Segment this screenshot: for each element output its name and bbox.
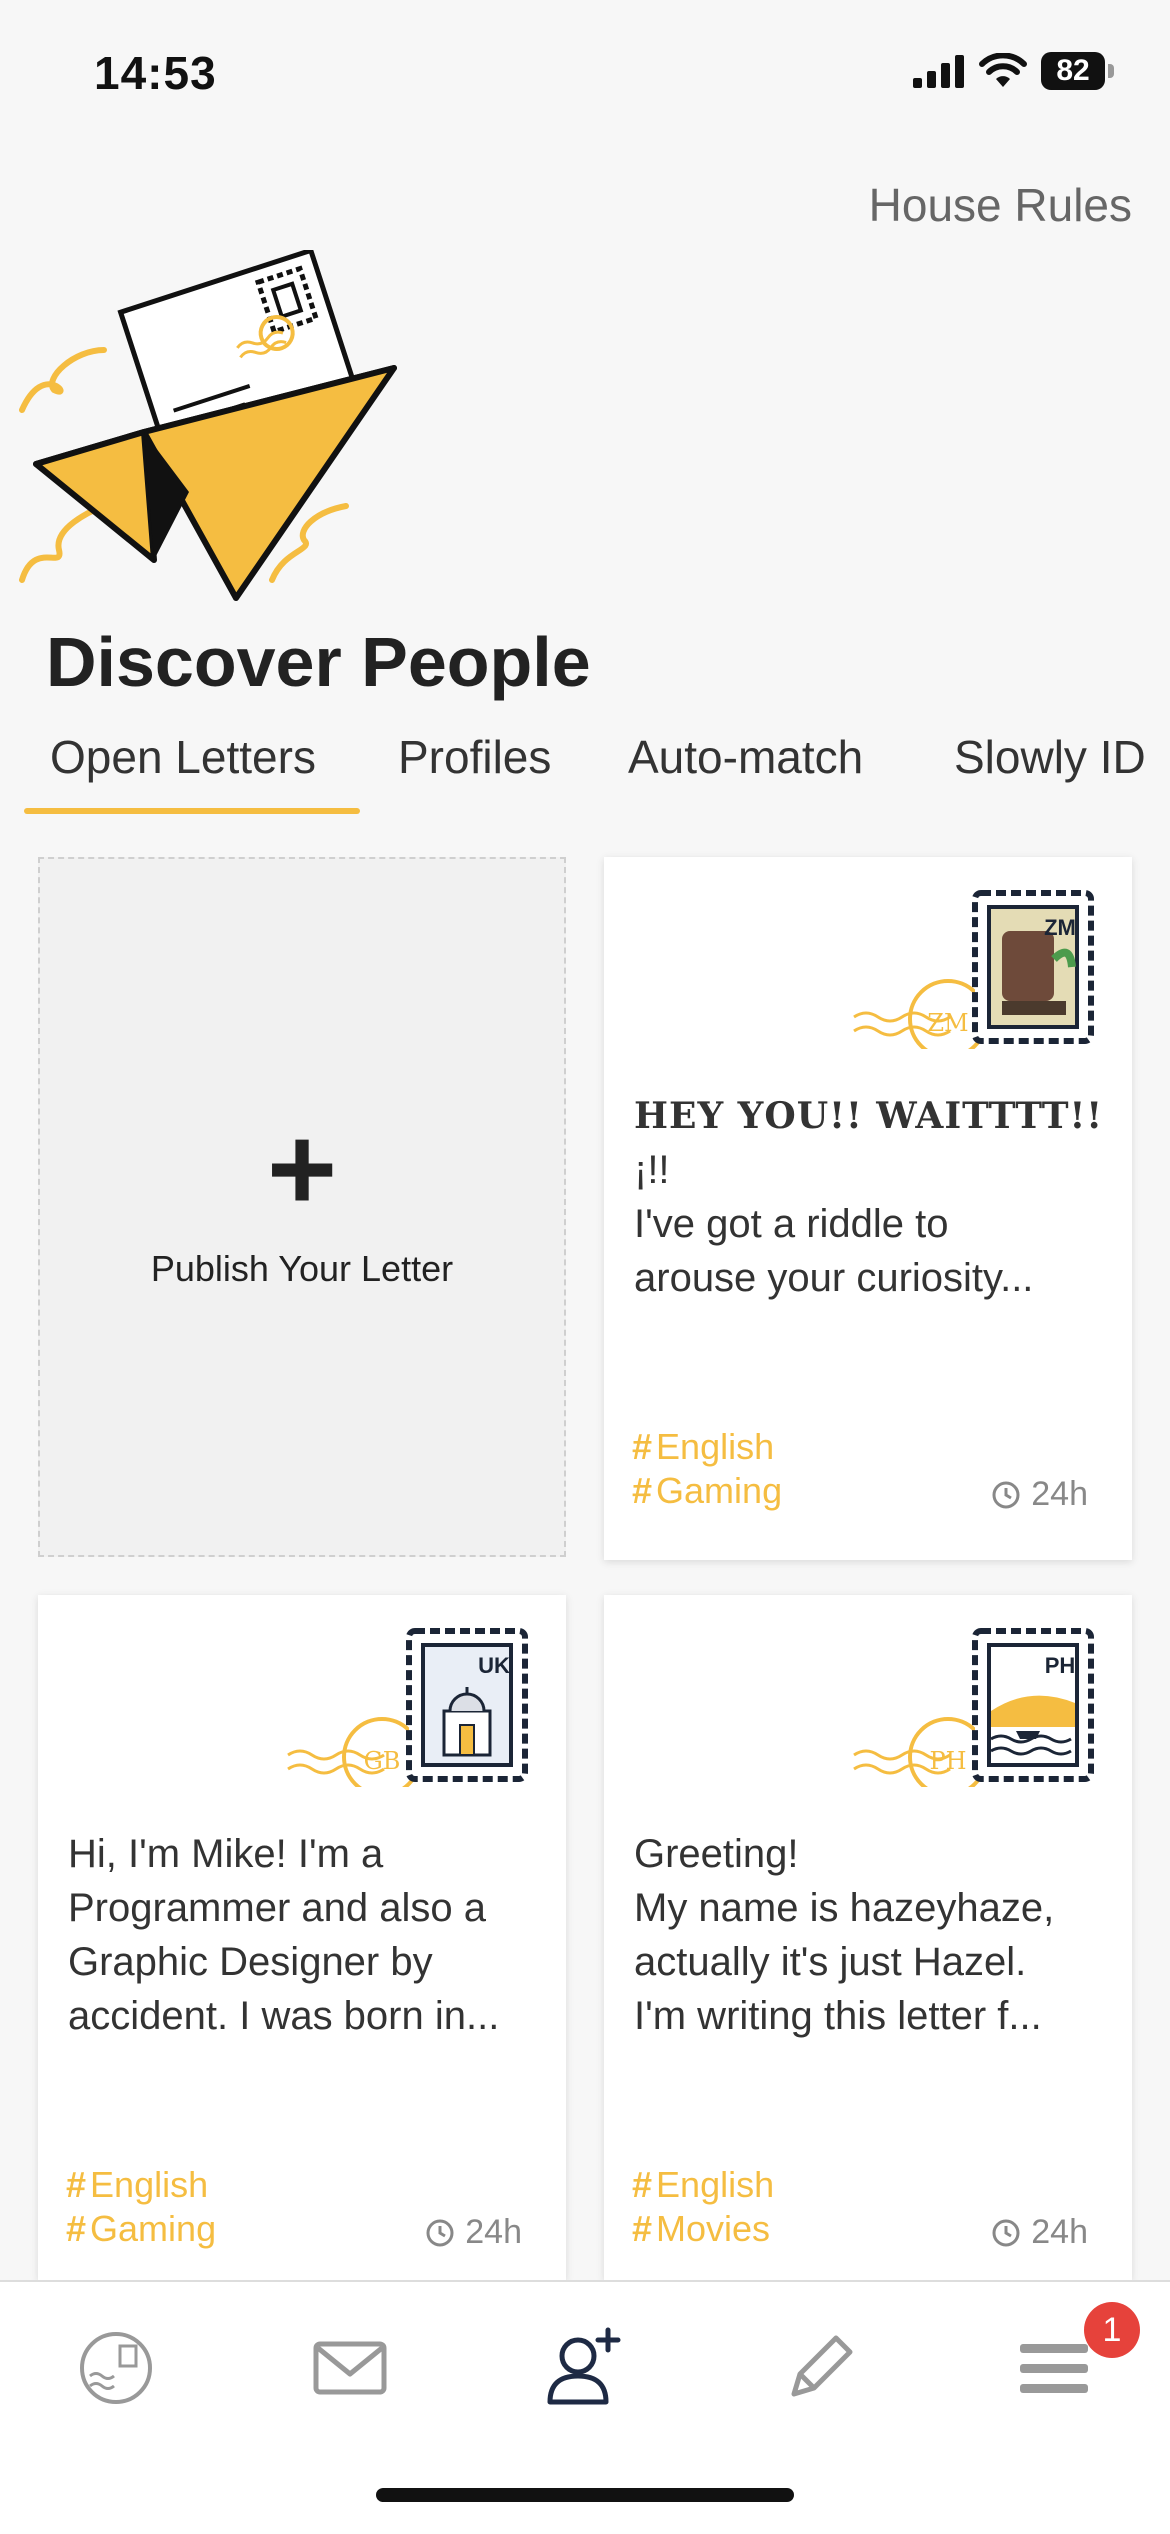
letter-uk-line-4: accident. I was born in... [68,1994,500,2038]
letter-uk-body: Hi, I'm Mike! I'm a Programmer and also … [68,1827,536,2043]
clock-icon [426,2219,454,2246]
letter-zm-line-1: ¡!! [634,1148,670,1192]
letter-uk-line-3: Graphic Designer by [68,1940,433,1984]
stamp-ph-code: PH [1045,1653,1076,1678]
stamp-uk-icon: GB UK [287,1628,528,1787]
house-rules-link[interactable]: House Rules [869,178,1132,232]
status-icons: 82 [913,52,1114,90]
letter-card-ph[interactable]: PH PH Greeting! My name is hazeyhaze, ac… [604,1595,1132,2280]
nav-mail[interactable] [300,2318,400,2418]
stamp-uk-code: UK [478,1653,510,1678]
publish-letter-card[interactable]: + Publish Your Letter [38,857,566,1557]
letter-uk-line-2: Programmer and also a [68,1886,486,1930]
stamp-profile-icon [80,2332,152,2404]
tab-auto-match[interactable]: Auto-match [628,730,863,784]
tag-english: # English [632,1426,775,1467]
letter-card-uk[interactable]: GB UK Hi, I'm Mike! I'm a Programmer and… [38,1595,566,2280]
tag-gaming: # Gaming [66,2208,217,2249]
home-indicator [376,2488,794,2502]
publish-letter-label: Publish Your Letter [150,1248,454,1289]
clock-icon [992,1481,1020,1508]
tag-gaming: # Gaming [632,1470,783,1511]
wifi-icon [979,53,1027,87]
tab-bar-top: Open Letters Profiles Auto-match Slowly … [0,720,1170,820]
status-time: 14:53 [94,47,217,99]
nav-profile-stamp[interactable] [66,2318,166,2418]
letter-uk-line-1: Hi, I'm Mike! I'm a [68,1832,384,1876]
letter-zm-time: 24h [991,1475,1088,1514]
tab-slowly-id[interactable]: Slowly ID [954,730,1146,784]
letter-ph-line-4: I'm writing this letter f... [634,1994,1042,2038]
page-title: Discover People [46,623,591,701]
tag-movies: # Movies [632,2208,771,2249]
battery-level: 82 [1041,52,1105,90]
clock-icon [992,2219,1020,2246]
letter-uk-time: 24h [425,2213,522,2252]
tab-open-letters[interactable]: Open Letters [50,730,316,784]
letter-card-zm[interactable]: ZM ZM HEY YOU!! WAITTTT!! ¡!! I've got a… [604,857,1132,1560]
letter-ph-time: 24h [991,2213,1088,2252]
letter-zm-title: HEY YOU!! WAITTTT!! [634,1095,1102,1137]
stamp-zm-code: ZM [1044,915,1076,940]
letter-ph-tags: # English # Movies [632,2163,774,2251]
tag-english: # English [66,2164,209,2205]
pencil-icon [791,2335,853,2397]
battery-tip [1108,64,1114,78]
nav-discover-people[interactable] [534,2318,634,2418]
letter-zm-tags: # English # Gaming [632,1425,782,1513]
nav-compose[interactable] [770,2318,870,2418]
tab-profiles[interactable]: Profiles [398,730,551,784]
letter-zm-body: HEY YOU!! WAITTTT!! ¡!! I've got a riddl… [634,1089,1102,1305]
letter-uk-tags: # English # Gaming [66,2163,216,2251]
letter-zm-line-2: I've got a riddle to [634,1202,949,1246]
letter-ph-body: Greeting! My name is hazeyhaze, actually… [634,1827,1102,2043]
letter-zm-line-3: arouse your curiosity... [634,1256,1034,1300]
hamburger-menu-icon [1020,2344,1088,2393]
stamp-ph-icon: PH PH [853,1628,1094,1787]
cellular-signal-icon [913,55,964,88]
letter-ph-line-2: My name is hazeyhaze, [634,1886,1055,1930]
letter-ph-line-3: actually it's just Hazel. [634,1940,1027,1984]
add-person-icon [547,2327,621,2405]
letter-ph-line-1: Greeting! [634,1832,799,1876]
stamp-zm-icon: ZM ZM [853,890,1094,1049]
plus-icon: + [266,1102,338,1236]
active-tab-indicator [24,808,360,814]
paper-plane-letter-illustration [19,250,397,601]
tag-english: # English [632,2164,775,2205]
notification-badge: 1 [1084,2302,1140,2358]
battery-indicator: 82 [1041,52,1114,90]
mail-icon [313,2341,387,2395]
